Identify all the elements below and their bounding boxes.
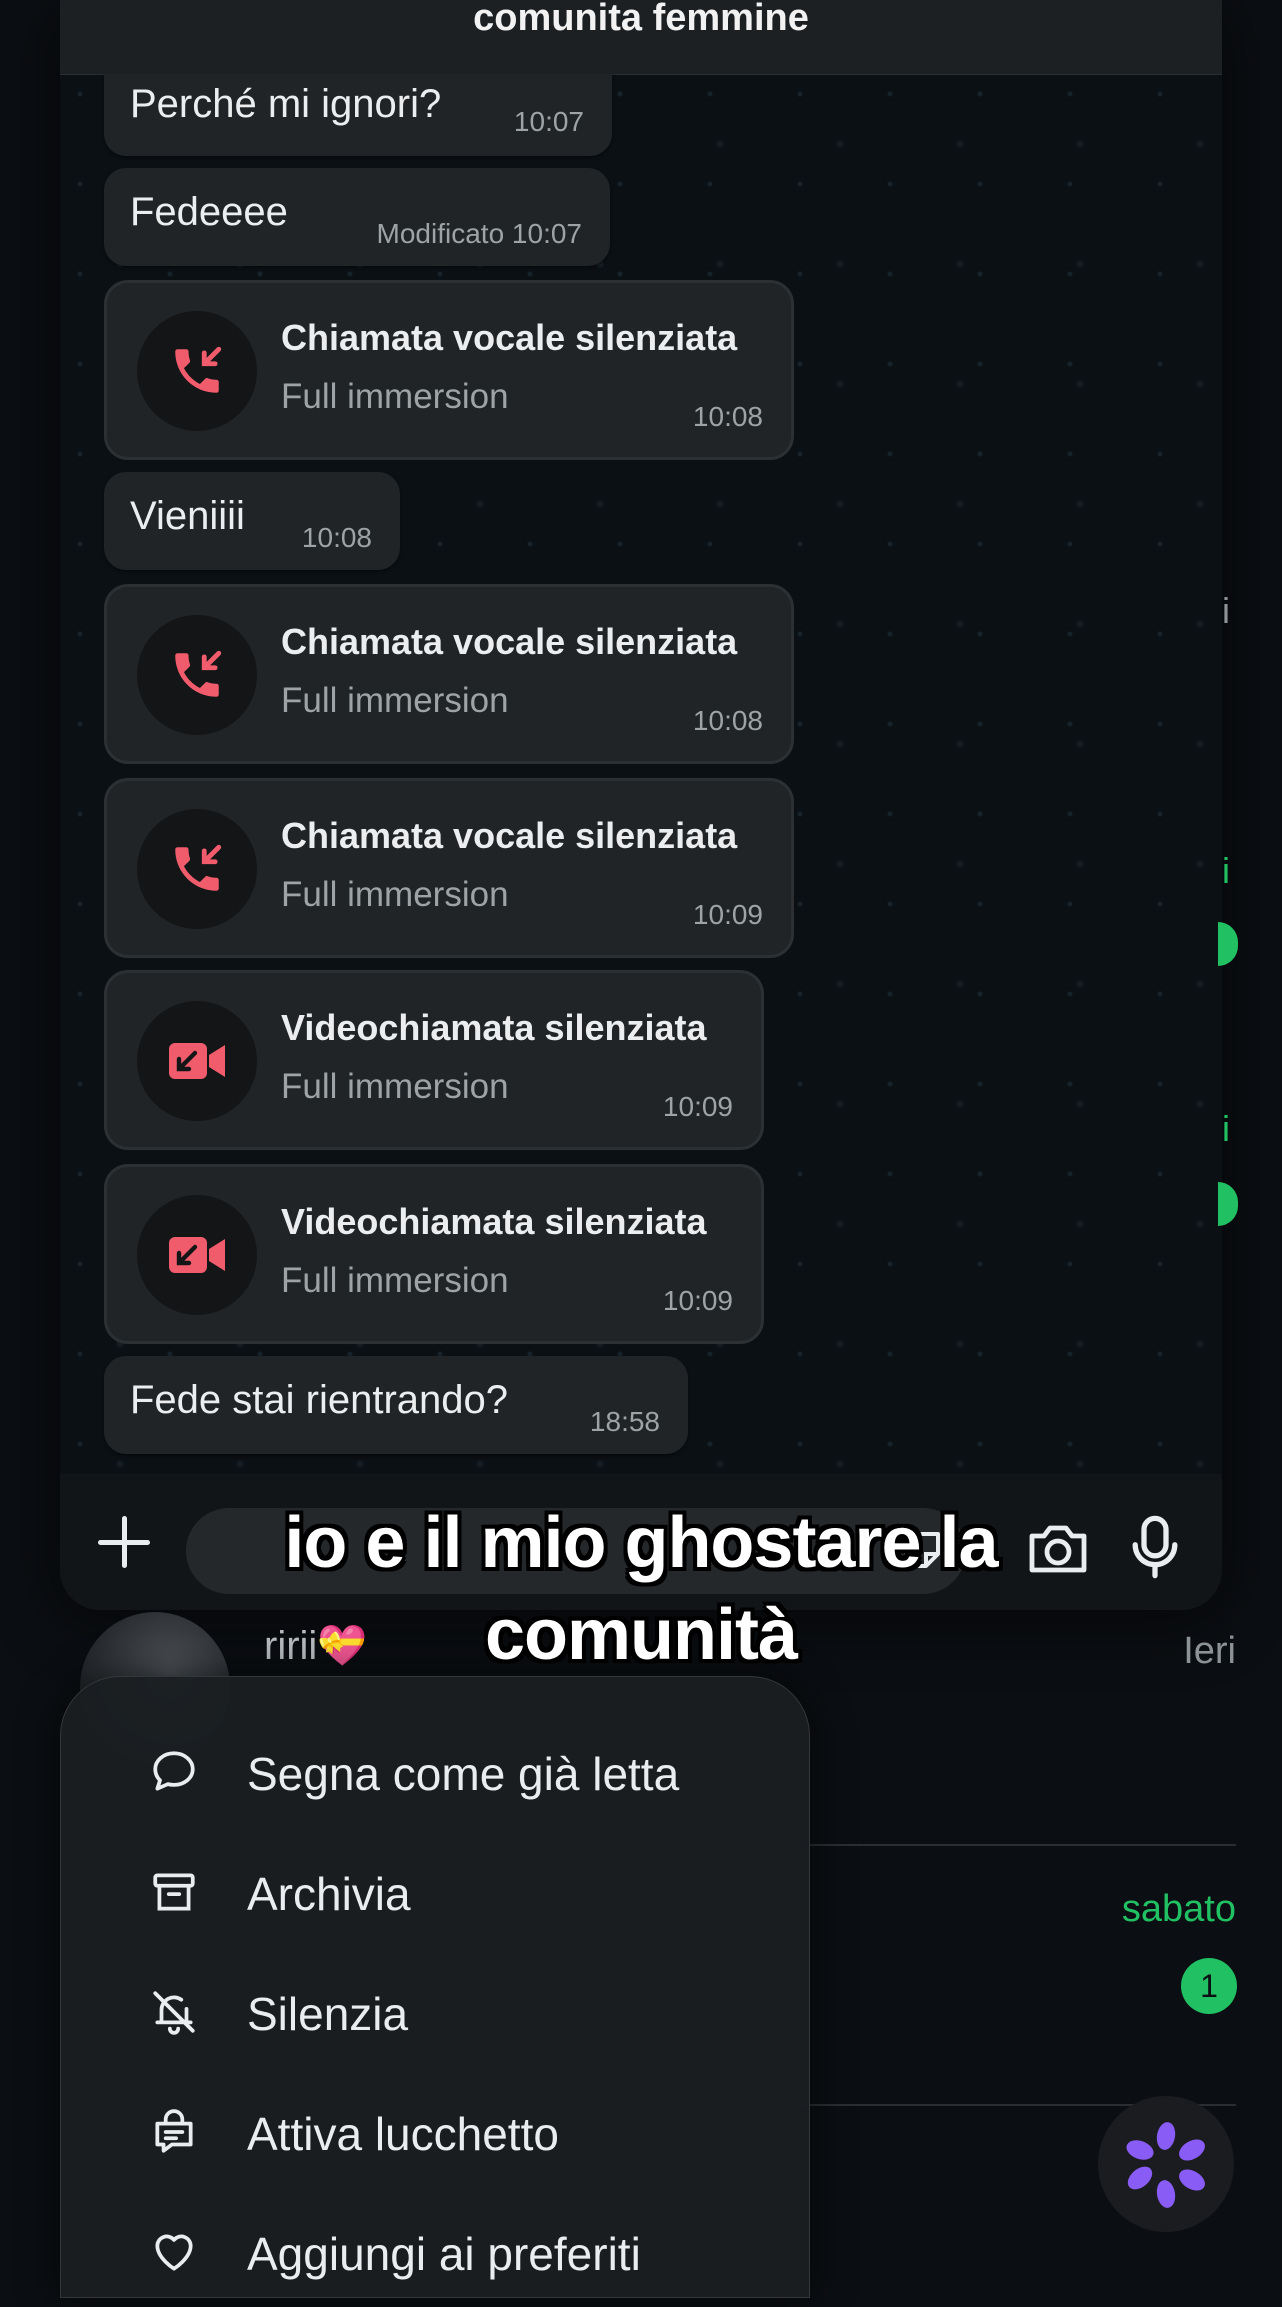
call-bubble[interactable]: Videochiamata silenziata Full immersion … bbox=[104, 970, 764, 1150]
call-title: Chiamata vocale silenziata bbox=[281, 621, 738, 662]
call-bubble[interactable]: Chiamata vocale silenziata Full immersio… bbox=[104, 778, 794, 958]
menu-item-label: Aggiungi ai preferiti bbox=[247, 2228, 641, 2280]
divider bbox=[800, 1844, 1236, 1846]
missed-video-call-icon bbox=[137, 1001, 257, 1121]
missed-voice-call-icon bbox=[137, 809, 257, 929]
unread-dot bbox=[1218, 1182, 1238, 1226]
message-bubble[interactable]: Fede stai rientrando? 18:58 bbox=[104, 1356, 688, 1454]
menu-item-favorite[interactable]: Aggiungi ai preferiti bbox=[61, 2197, 809, 2307]
unread-dot bbox=[1218, 922, 1238, 966]
message-bubble[interactable]: Vieniiii 10:08 bbox=[104, 472, 400, 570]
missed-video-call-icon bbox=[137, 1195, 257, 1315]
heart-icon bbox=[155, 2234, 193, 2271]
message-bubble[interactable]: Perché mi ignori? 10:07 bbox=[104, 74, 612, 156]
message-time: 18:58 bbox=[589, 1406, 660, 1437]
call-bubble[interactable]: Videochiamata silenziata Full immersion … bbox=[104, 1164, 764, 1344]
menu-item-archive[interactable]: Archivia bbox=[61, 1837, 809, 1947]
call-title: Videochiamata silenziata bbox=[281, 1007, 707, 1048]
menu-item-label: Segna come già letta bbox=[247, 1748, 680, 1800]
message-time: Modificato 10:07 bbox=[376, 218, 582, 249]
message-text: Fedeeee bbox=[130, 190, 288, 234]
call-subtitle: Full immersion bbox=[281, 1261, 509, 1300]
archive-box-icon bbox=[153, 1873, 195, 1911]
menu-item-label: Attiva lucchetto bbox=[247, 2108, 559, 2160]
menu-item-label: Silenzia bbox=[247, 1988, 409, 2040]
menu-item-mute[interactable]: Silenzia bbox=[61, 1957, 809, 2067]
message-time: 10:09 bbox=[662, 1285, 733, 1316]
message-text: Vieniiii bbox=[130, 494, 245, 538]
overlay-caption-line-1: io e il mio ghostare la bbox=[284, 1503, 998, 1583]
chat-preview-card: comunita femmine Perché mi ignori? 10:07… bbox=[60, 0, 1222, 1610]
message-text: Perché mi ignori? bbox=[130, 82, 442, 126]
message-bubble[interactable]: Fedeeee Modificato 10:07 bbox=[104, 168, 610, 266]
meta-ai-button[interactable] bbox=[1098, 2096, 1234, 2232]
message-time: 10:09 bbox=[692, 899, 763, 930]
chat-lock-icon bbox=[155, 2109, 193, 2153]
edge-fragment: i bbox=[1222, 1108, 1230, 1149]
message-time: 10:08 bbox=[301, 522, 372, 553]
call-title: Videochiamata silenziata bbox=[281, 1201, 707, 1242]
message-time: 10:07 bbox=[513, 106, 584, 137]
overlay-caption-line-2: comunità bbox=[484, 1595, 798, 1675]
edge-fragment: i bbox=[1222, 850, 1230, 891]
chat-header: comunita femmine bbox=[60, 0, 1222, 75]
message-time: 10:08 bbox=[692, 401, 763, 432]
chat-bubble-icon bbox=[153, 1751, 195, 1791]
chat-context-menu: Segna come già letta Archivia Silenzia A… bbox=[60, 1676, 810, 2298]
menu-item-lock[interactable]: Attiva lucchetto bbox=[61, 2077, 809, 2187]
chat-title: comunita femmine bbox=[473, 0, 809, 39]
missed-voice-call-icon bbox=[137, 311, 257, 431]
unread-badge: 1 bbox=[1181, 1958, 1237, 2014]
bell-off-icon bbox=[153, 1991, 195, 2035]
edge-fragment: i bbox=[1222, 590, 1230, 631]
message-text: Fede stai rientrando? bbox=[130, 1378, 509, 1422]
message-time: 10:09 bbox=[662, 1091, 733, 1122]
call-subtitle: Full immersion bbox=[281, 875, 509, 914]
menu-item-label: Archivia bbox=[247, 1868, 411, 1920]
meta-ai-icon bbox=[1126, 2122, 1205, 2208]
call-subtitle: Full immersion bbox=[281, 681, 509, 720]
call-bubble[interactable]: Chiamata vocale silenziata Full immersio… bbox=[104, 280, 794, 460]
call-subtitle: Full immersion bbox=[281, 377, 509, 416]
message-time: 10:08 bbox=[692, 705, 763, 736]
call-title: Chiamata vocale silenziata bbox=[281, 815, 738, 856]
missed-voice-call-icon bbox=[137, 615, 257, 735]
call-title: Chiamata vocale silenziata bbox=[281, 317, 738, 358]
call-bubble[interactable]: Chiamata vocale silenziata Full immersio… bbox=[104, 584, 794, 764]
call-subtitle: Full immersion bbox=[281, 1067, 509, 1106]
chat-list-time: sabato bbox=[1121, 1888, 1236, 1930]
menu-item-mark-read[interactable]: Segna come già letta bbox=[61, 1717, 809, 1827]
